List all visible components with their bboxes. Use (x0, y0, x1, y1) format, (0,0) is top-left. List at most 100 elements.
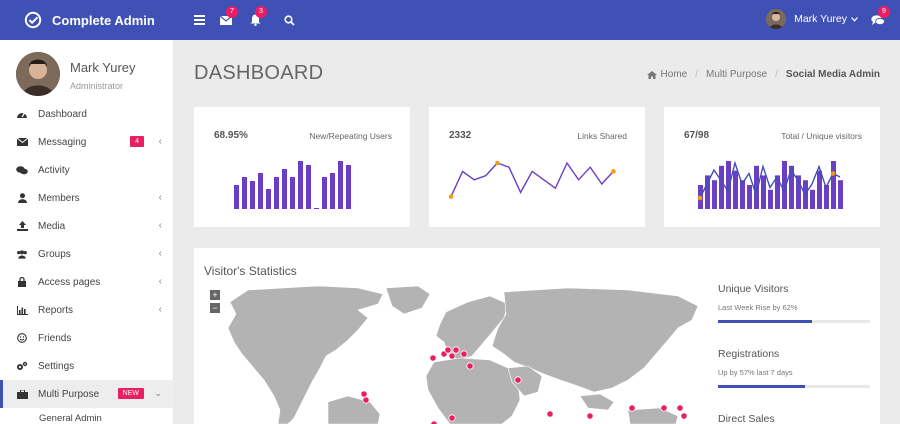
sparkline-bar (719, 165, 724, 209)
sparkline-bar (810, 189, 815, 209)
map-marker (514, 376, 522, 384)
breadcrumb-separator: / (775, 69, 778, 80)
metric-unique-visitors: Unique Visitors Last Week Rise by 62% (718, 283, 870, 323)
sparkline-bars (234, 161, 351, 209)
sidebar-item-label: Friends (38, 332, 72, 344)
card-label: Total / Unique visitors (781, 131, 862, 141)
user-avatar (766, 9, 787, 29)
chat-badge: 9 (878, 6, 890, 18)
chevron-down-icon: ⌄ (154, 388, 162, 398)
sidebar-item-label: Messaging (38, 136, 87, 148)
user-icon (16, 192, 28, 204)
map-marker (676, 404, 684, 412)
sparkline-bar (761, 175, 766, 209)
dashboard-icon (16, 108, 28, 120)
sparkline-bar (242, 177, 247, 209)
sidebar-item-messaging[interactable]: Messaging 4 ‹ (0, 128, 174, 156)
map-marker (680, 412, 688, 420)
sparkline-bar (290, 177, 295, 209)
users-icon (16, 248, 28, 260)
zoom-in-button[interactable]: + (210, 290, 220, 300)
chevron-left-icon: ‹ (158, 304, 162, 315)
notifications-badge: 3 (255, 6, 267, 18)
sidebar-item-activity[interactable]: Activity (0, 156, 174, 184)
sidebar-item-access-pages[interactable]: Access pages ‹ (0, 268, 174, 296)
sidebar-item-label: Access pages (38, 276, 101, 288)
metric-title: Registrations (718, 348, 780, 360)
sidebar-item-label: Multi Purpose (38, 388, 100, 400)
sparkline-bar (747, 185, 752, 209)
sparkline-point (495, 160, 500, 166)
metric-progress-bar (718, 385, 870, 388)
brand[interactable]: Complete Admin (0, 0, 174, 40)
messages-button[interactable]: 7 (218, 6, 238, 28)
sidebar-item-label: Reports (38, 304, 74, 316)
smile-icon (16, 332, 28, 344)
hamburger-icon (193, 15, 205, 25)
sparkline-line (449, 160, 616, 199)
chevron-left-icon: ‹ (158, 220, 162, 231)
metric-progress-fill (718, 385, 805, 388)
breadcrumb-section[interactable]: Multi Purpose (706, 69, 767, 80)
upload-icon (16, 220, 28, 232)
profile-name[interactable]: Mark Yurey (70, 60, 136, 75)
sidebar-item-members[interactable]: Members ‹ (0, 184, 174, 212)
chevron-left-icon: ‹ (158, 248, 162, 259)
search-button[interactable] (281, 12, 297, 28)
sidebar-item-label: Dashboard (38, 108, 87, 120)
sidebar-subitem-label: General Admin (39, 412, 102, 424)
sparkline-bar (712, 180, 717, 209)
sparkline-bar (266, 189, 271, 209)
chat-button[interactable]: 9 (870, 6, 890, 28)
sparkline-bar (726, 161, 731, 209)
new-badge: NEW (117, 388, 144, 399)
sidebar-item-settings[interactable]: Settings (0, 352, 174, 380)
brand-title: Complete Admin (52, 12, 155, 28)
breadcrumb-home[interactable]: Home (661, 69, 688, 80)
search-icon (283, 14, 295, 26)
sidebar-subitem-general-admin[interactable]: General Admin (0, 408, 174, 424)
profile-avatar[interactable] (16, 52, 60, 96)
zoom-out-button[interactable]: − (210, 303, 220, 313)
notifications-button[interactable]: 3 (247, 6, 267, 28)
sparkline-bar (282, 169, 287, 209)
sparkline-bar (314, 208, 319, 209)
map-marker (546, 410, 554, 418)
sidebar-item-friends[interactable]: Friends (0, 324, 174, 352)
sparkline-bar (250, 181, 255, 209)
profile-role: Administrator (70, 81, 124, 91)
sparkline-point (611, 169, 616, 174)
sparkline-bar (330, 173, 335, 209)
card-value: 67/98 (684, 130, 710, 141)
map-marker (362, 396, 370, 404)
metric-subtitle: Last Week Rise by 62% (718, 303, 798, 312)
messages-badge: 7 (226, 6, 238, 18)
sidebar-item-dashboard[interactable]: Dashboard (0, 100, 174, 128)
sparkline-bar (768, 189, 773, 209)
sparkline-bar (322, 177, 327, 209)
world-map[interactable] (208, 284, 708, 424)
metric-title: Unique Visitors (718, 283, 789, 295)
menu-toggle-button[interactable] (191, 12, 207, 28)
map-region-south-america (327, 395, 381, 424)
sparkline-bar (733, 170, 738, 209)
chevron-left-icon: ‹ (158, 192, 162, 203)
user-name: Mark Yurey (794, 13, 847, 25)
metric-registrations: Registrations Up by 57% last 7 days (718, 348, 870, 388)
sidebar-item-multi-purpose[interactable]: Multi Purpose NEW ⌄ (0, 380, 174, 408)
sidebar-item-media[interactable]: Media ‹ (0, 212, 174, 240)
sidebar-item-groups[interactable]: Groups ‹ (0, 240, 174, 268)
map-marker (360, 390, 368, 398)
avatar-image-icon (766, 9, 787, 29)
stat-card-new-repeating-users: 68.95% New/Repeating Users (194, 107, 410, 227)
sparkline-point (697, 195, 703, 201)
sidebar-item-reports[interactable]: Reports ‹ (0, 296, 174, 324)
sparkline-line-path (450, 161, 614, 197)
card-label: New/Repeating Users (309, 131, 392, 141)
avatar-image-icon (16, 52, 60, 96)
top-navbar: Complete Admin 7 3 Mark Yurey 9 (0, 0, 900, 40)
sparkline-bar (831, 161, 836, 209)
metric-title: Direct Sales (718, 413, 775, 424)
map-region-oceania (627, 407, 679, 424)
user-menu[interactable]: Mark Yurey (766, 9, 858, 29)
